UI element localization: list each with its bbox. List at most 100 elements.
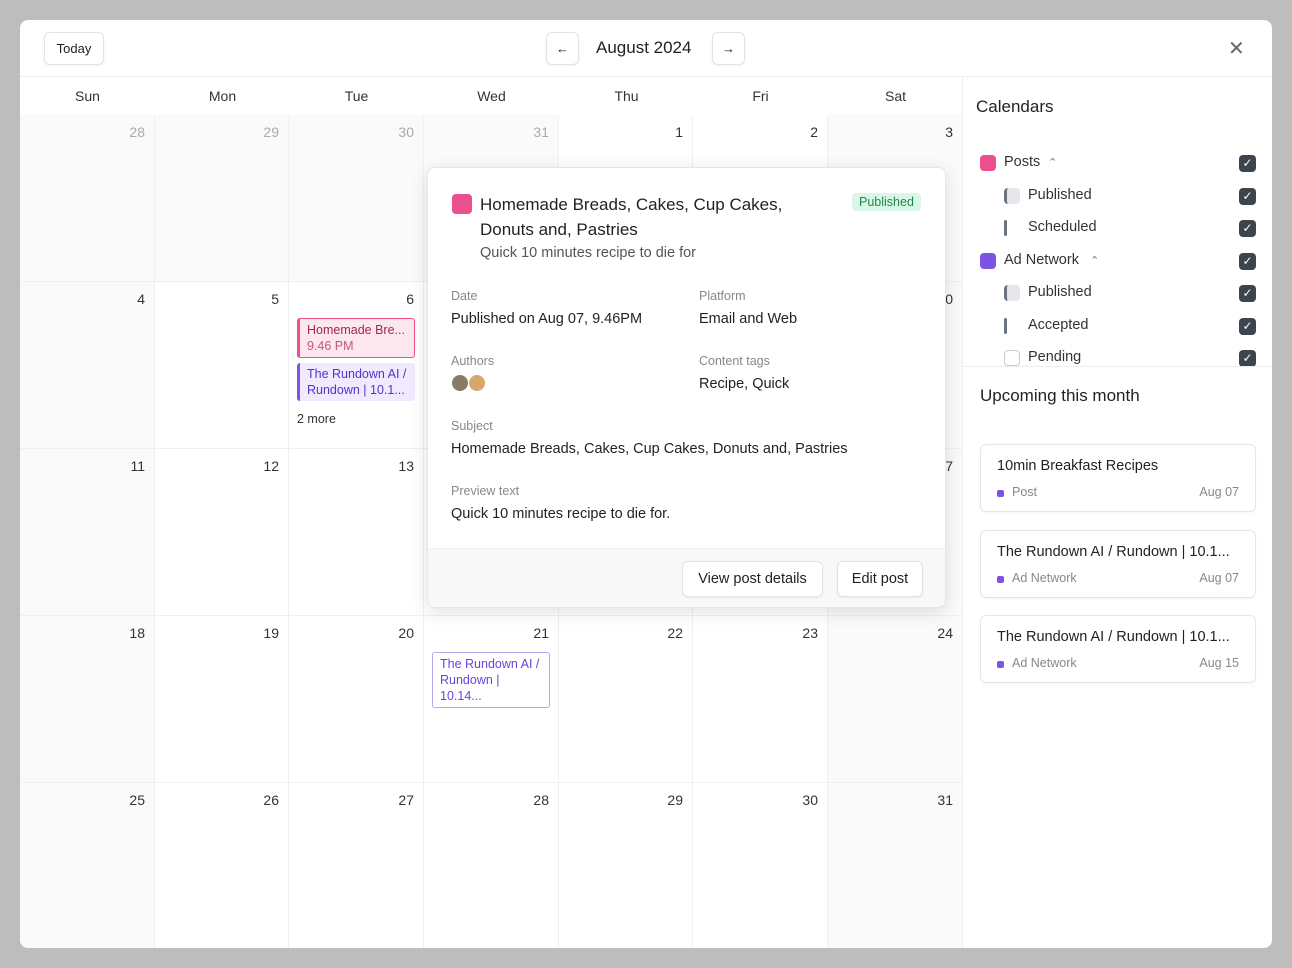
prev-month-button[interactable]: ← [546,32,579,65]
close-icon[interactable]: ✕ [1228,36,1245,61]
day-cell[interactable]: 11 [20,449,155,616]
upcoming-category: Post [1012,485,1038,499]
upcoming-title: 10min Breakfast Recipes [997,458,1159,474]
calendar-item-label: Accepted [1028,316,1089,333]
day-cell[interactable]: 12 [155,449,289,616]
day-number: 21 [533,625,549,641]
day-cell[interactable]: 29 [155,115,289,282]
upcoming-date: Aug 07 [1199,485,1239,499]
day-cell[interactable]: 31 [828,783,963,948]
event-chip[interactable]: The Rundown AI / Rundown | 10.14... [432,652,550,708]
day-number: 28 [533,792,549,808]
calendar-item-label: Published [1028,284,1092,300]
calendar-checkbox[interactable]: ✓ [1239,285,1256,302]
calendar-checkbox[interactable]: ✓ [1239,220,1256,237]
day-number: 4 [137,291,145,307]
day-number: 13 [398,458,414,474]
day-number: 20 [398,625,414,641]
status-empty-icon [1004,350,1020,366]
calendar-modal: Today ← August 2024 → ✕ Sun Mon Tue Wed Thu F… [20,20,1272,948]
day-cell[interactable]: 26 [155,783,289,948]
day-cell[interactable]: 29 [559,783,693,948]
calendar-checkbox[interactable]: ✓ [1239,187,1256,205]
calendar-item[interactable]: Published ✓ [964,277,1272,309]
tags-label: Content tags [699,354,770,368]
day-cell[interactable]: 30 [693,783,828,948]
day-number: 12 [263,458,279,474]
event-time: 9.46 PM [307,339,354,353]
day-number: 1 [675,124,683,140]
weekday-header: Thu [614,88,639,104]
day-number: 19 [263,625,279,641]
day-cell[interactable]: 24 [828,616,963,783]
day-number: 23 [802,625,818,641]
calendar-checkbox[interactable]: ✓ [1239,350,1256,367]
day-cell[interactable]: 20 [289,616,424,783]
day-cell[interactable]: 25 [20,783,155,948]
calendar-checkbox[interactable]: ✓ [1239,317,1256,335]
event-title: The Rundown AI / Rundown | 10.1... [307,367,407,397]
upcoming-heading: Upcoming this month [980,386,1140,405]
day-number: 6 [406,291,414,307]
day-number: 27 [398,792,414,808]
calendar-item[interactable]: Accepted ✓ [964,310,1272,342]
subject-label: Subject [451,419,493,433]
day-cell[interactable]: 30 [289,115,424,282]
calendar-item[interactable]: Posts ⌃ ✓ [964,147,1272,179]
avatar [451,374,469,392]
day-cell[interactable]: 13 [289,449,424,616]
weekday-header: Sun [75,88,100,104]
calendar-item[interactable]: Pending ✓ [964,342,1272,374]
status-badge: Published [852,193,921,211]
day-cell[interactable]: 18 [20,616,155,783]
next-month-button[interactable]: → [712,32,745,65]
today-button[interactable]: Today [44,32,104,65]
day-number: 29 [263,124,279,140]
day-number: 2 [810,124,818,140]
calendar-item-label: Published [1028,186,1092,203]
day-number: 5 [271,291,279,307]
upcoming-item[interactable]: The Rundown AI / Rundown | 10.1... Ad Net… [980,529,1256,598]
calendar-color-swatch [980,252,996,269]
calendar-item[interactable]: Ad Network ⌃ ✓ [964,245,1272,277]
edit-post-button[interactable]: Edit post [837,561,923,597]
calendar-toolbar: Today ← August 2024 → ✕ [20,20,1272,77]
platform-label: Platform [699,289,746,303]
calendar-item[interactable]: Published ✓ [964,180,1272,212]
calendar-checkbox[interactable]: ✓ [1239,155,1256,172]
more-events-link[interactable]: 2 more [297,412,336,426]
weekday-header: Sat [884,88,906,104]
day-cell[interactable]: 23 [693,616,828,783]
status-filled-icon [1004,285,1020,301]
day-cell[interactable]: 21 The Rundown AI / Rundown | 10.14... [424,616,559,783]
calendar-sidebar: Calendars Posts ⌃ ✓ Published ✓ Scheduled ✓ Ad … [964,77,1272,948]
day-cell[interactable]: 19 [155,616,289,783]
upcoming-category: Ad Network [1012,656,1077,670]
day-cell[interactable]: 5 [155,282,289,449]
day-cell[interactable]: 6 Homemade Bre... 9.46 PM The Rundown AI /… [289,282,424,449]
day-cell[interactable]: 27 [289,783,424,948]
day-number: 30 [802,792,818,808]
upcoming-item[interactable]: 10min Breakfast Recipes Post Aug 07 [980,444,1256,512]
day-cell[interactable]: 4 [20,282,155,449]
calendar-item[interactable]: Scheduled ✓ [964,212,1272,244]
post-title: Homemade Breads, Cakes, Cup Cakes, Donut… [480,195,783,239]
event-chip[interactable]: Homemade Bre... 9.46 PM [297,318,415,358]
day-number: 26 [263,792,279,808]
platform-value: Email and Web [699,311,798,327]
upcoming-item[interactable]: The Rundown AI / Rundown | 10.1... Ad Net… [980,615,1256,683]
day-cell[interactable]: 28 [424,783,559,948]
calendar-checkbox[interactable]: ✓ [1239,252,1256,270]
calendar-color-swatch [980,155,996,171]
category-dot [997,575,1004,583]
event-chip[interactable]: The Rundown AI / Rundown | 10.1... [297,363,415,401]
weekday-header: Tue [344,88,369,104]
posts-color-swatch [452,194,472,214]
chevron-up-icon[interactable]: ⌃ [1048,156,1057,169]
category-dot [997,661,1004,668]
view-post-details-button[interactable]: View post details [682,561,823,597]
day-cell[interactable]: 22 [559,616,693,783]
preview-label: Preview text [451,484,520,498]
chevron-up-icon[interactable]: ⌃ [1090,254,1099,267]
day-cell[interactable]: 28 [20,115,155,282]
